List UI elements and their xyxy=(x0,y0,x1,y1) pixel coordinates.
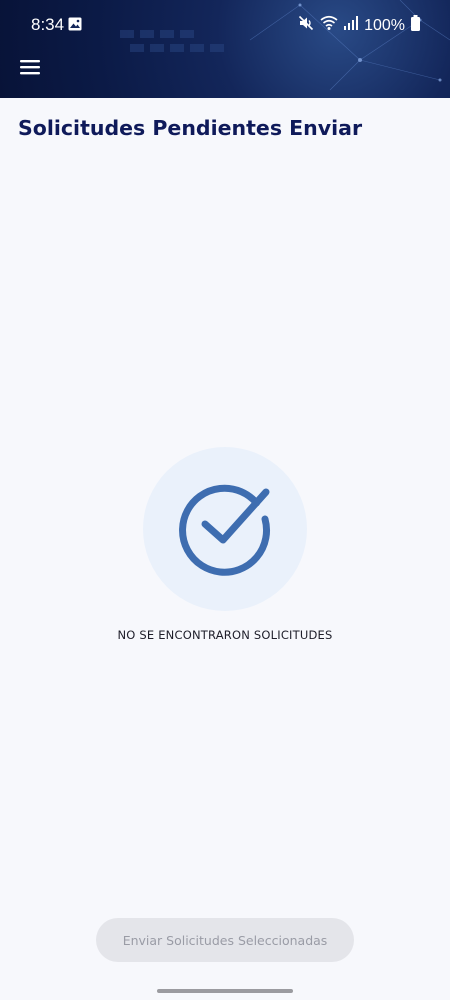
check-circle-icon xyxy=(179,484,271,576)
mute-icon xyxy=(298,15,314,36)
hamburger-menu-icon[interactable] xyxy=(18,56,44,80)
page-title: Solicitudes Pendientes Enviar xyxy=(18,116,363,140)
gallery-icon xyxy=(68,17,82,36)
send-selected-requests-button[interactable]: Enviar Solicitudes Seleccionadas xyxy=(96,918,354,962)
status-time: 8:34 xyxy=(31,15,65,34)
status-icons: 100% xyxy=(298,15,420,36)
app-header: 8:34 100% xyxy=(0,0,450,98)
home-indicator[interactable] xyxy=(157,989,293,993)
status-bar: 8:34 100% xyxy=(0,0,450,50)
signal-icon xyxy=(344,16,359,35)
empty-state-message: NO SE ENCONTRARON SOLICITUDES xyxy=(117,628,333,642)
battery-percentage: 100% xyxy=(364,16,405,34)
battery-icon xyxy=(411,15,420,36)
wifi-icon xyxy=(320,15,338,36)
empty-state-illustration xyxy=(143,447,307,611)
